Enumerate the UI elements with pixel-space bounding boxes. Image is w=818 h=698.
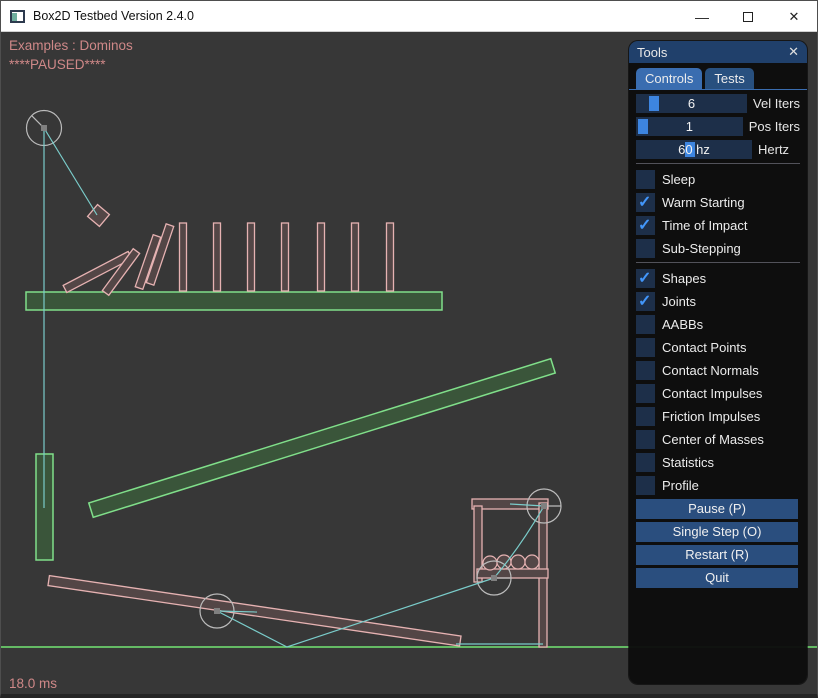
separator [636,163,800,164]
checkbox-center-of-masses[interactable]: ✓ Center of Masses [636,430,800,449]
falling-dominos [63,224,174,295]
vel-iters-slider[interactable]: 6 [636,94,747,113]
checkbox-contact-points[interactable]: ✓ Contact Points [636,338,800,357]
vel-iters-value: 6 [636,94,747,113]
tab-controls[interactable]: Controls [636,68,702,89]
vel-iters-label: Vel Iters [753,96,800,111]
window-titlebar[interactable]: Box2D Testbed Version 2.4.0 — ✕ [1,1,817,32]
checkmark-icon: ✓ [638,215,651,235]
tools-panel: Tools ✕ Controls Tests 6 Vel Iters [629,41,807,684]
checkbox-warm-starting[interactable]: ✓ Warm Starting [636,193,800,212]
upright-dominos [180,223,394,291]
maximize-box-glyph [743,12,753,22]
checkbox-statistics[interactable]: ✓ Statistics [636,453,800,472]
panel-close-icon[interactable]: ✕ [788,44,799,60]
maximize-icon[interactable] [725,1,771,32]
pause-button[interactable]: Pause (P) [636,499,798,519]
minimize-icon[interactable]: — [679,1,725,32]
close-icon[interactable]: ✕ [771,1,817,32]
app-icon [10,10,25,23]
tab-tests[interactable]: Tests [705,68,753,89]
top-platform [26,292,442,310]
tab-bar: Controls Tests [629,63,807,90]
seesaw-plank [48,576,461,646]
checkbox-contact-normals[interactable]: ✓ Contact Normals [636,361,800,380]
quit-button[interactable]: Quit [636,568,798,588]
slanted-plank [89,359,555,518]
pos-iters-slider[interactable]: 1 [636,117,743,136]
window-title: Box2D Testbed Version 2.4.0 [33,9,194,23]
checkbox-profile[interactable]: ✓ Profile [636,476,800,495]
restart-button[interactable]: Restart (R) [636,545,798,565]
checkbox-shapes[interactable]: ✓ Shapes [636,269,800,288]
pendulum-box [88,205,110,227]
checkbox-time-of-impact[interactable]: ✓ Time of Impact [636,216,800,235]
separator [636,262,800,263]
paused-label: ****PAUSED**** [9,57,106,72]
joint-anchors [41,125,547,614]
simulation-canvas[interactable]: Examples : Dominos ****PAUSED**** 18.0 m… [1,32,818,698]
pos-iters-label: Pos Iters [749,119,800,134]
app-window: Box2D Testbed Version 2.4.0 — ✕ [0,0,818,698]
checkbox-sub-stepping[interactable]: ✓ Sub-Stepping [636,239,800,258]
single-step-button[interactable]: Single Step (O) [636,522,798,542]
pos-iters-value: 1 [636,117,743,136]
checkmark-icon: ✓ [638,268,651,288]
hertz-slider[interactable]: 60 hz [636,140,752,159]
checkbox-contact-impulses[interactable]: ✓ Contact Impulses [636,384,800,403]
hertz-label: Hertz [758,142,789,157]
checkmark-icon: ✓ [638,192,651,212]
tools-panel-titlebar[interactable]: Tools ✕ [629,41,807,63]
hertz-value: 60 hz [636,140,752,159]
frame-time-label: 18.0 ms [9,676,57,691]
checkbox-friction-impulses[interactable]: ✓ Friction Impulses [636,407,800,426]
example-label: Examples : Dominos [9,38,133,53]
checkbox-sleep[interactable]: ✓ Sleep [636,170,800,189]
tools-panel-title: Tools [637,45,667,60]
checkbox-aabbs[interactable]: ✓ AABBs [636,315,800,334]
checkbox-joints[interactable]: ✓ Joints [636,292,800,311]
checkmark-icon: ✓ [638,291,651,311]
